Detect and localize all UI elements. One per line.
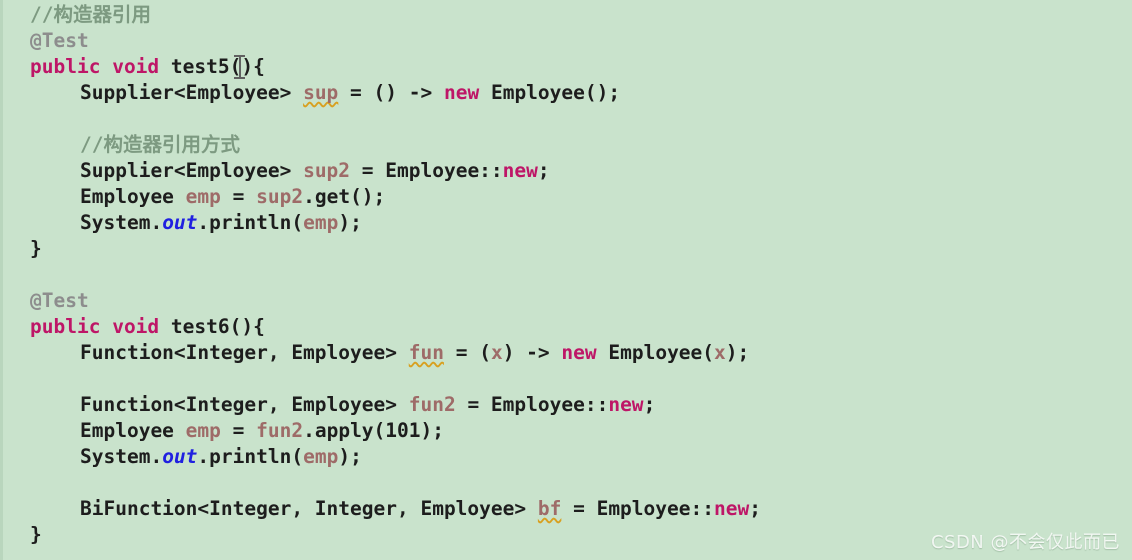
code-editor-screenshot: //构造器引用 @Test public void test5(){Supplier…	[0, 0, 1132, 560]
code-token-var: emp	[303, 445, 339, 468]
code-token-var: sup2	[303, 159, 351, 182]
code-token-var: x	[490, 341, 503, 364]
code-line[interactable]: //构造器引用方式	[0, 132, 240, 158]
code-token-plain: }	[30, 237, 42, 260]
code-token-plain: Employee(	[596, 341, 715, 364]
code-line[interactable]	[0, 106, 92, 132]
code-token-plain: );	[338, 445, 362, 468]
code-token-plain: = Employee::	[455, 393, 609, 416]
code-token-warn: sup	[303, 81, 339, 104]
code-token-type: Employee	[80, 185, 174, 208]
code-token-plain: .apply(	[303, 419, 386, 442]
code-token-kw: public	[30, 55, 101, 78]
code-line[interactable]: public void test6(){	[0, 314, 265, 340]
code-token-var: x	[714, 341, 726, 364]
code-token-plain: );	[420, 419, 445, 442]
code-token-var: fun2	[256, 419, 304, 442]
code-token-field: out	[162, 211, 198, 234]
code-token-plain: ;	[537, 159, 550, 182]
code-token-plain: System.	[80, 445, 163, 468]
code-token-type: BiFunction<Integer, Integer, Employee>	[80, 497, 527, 520]
code-line[interactable]: System.out.println(emp);	[0, 444, 362, 470]
code-token-num: 101	[385, 419, 421, 442]
code-token-cmt: //构造器引用	[30, 3, 151, 26]
csdn-watermark: CSDN @不会仅此而已	[930, 532, 1120, 553]
code-line[interactable]: }	[0, 236, 42, 262]
code-token-plain: =	[220, 419, 257, 442]
code-line[interactable]: Function<Integer, Employee> fun2 = Emplo…	[0, 392, 655, 418]
code-line[interactable]: @Test	[0, 28, 89, 54]
code-token-plain: System.	[80, 211, 163, 234]
code-line[interactable]: @Test	[0, 288, 89, 314]
code-token-kw: new	[443, 81, 480, 104]
code-token-plain: test5(){	[170, 55, 265, 78]
code-line[interactable]: Supplier<Employee> sup2 = Employee::new;	[0, 158, 550, 184]
code-line[interactable]	[0, 470, 92, 496]
code-token-kw: public	[30, 315, 101, 338]
code-line[interactable]: Employee emp = fun2.apply(101);	[0, 418, 444, 444]
code-token-plain: test6(){	[170, 315, 265, 338]
code-line[interactable]	[0, 262, 42, 288]
code-token-plain: ) ->	[502, 341, 562, 364]
code-line[interactable]: Employee emp = sup2.get();	[0, 184, 385, 210]
code-token-var: emp	[185, 185, 221, 208]
code-token-type: Function<Integer, Employee>	[80, 393, 397, 416]
code-token-kw: void	[112, 315, 160, 338]
code-token-plain: .println(	[197, 211, 304, 234]
code-text-area[interactable]: //构造器引用 @Test public void test5(){Supplier…	[0, 0, 1132, 560]
code-token-plain: ;	[749, 497, 761, 520]
code-token-anno: @Test	[30, 29, 89, 52]
code-token-kw: new	[608, 393, 644, 416]
code-token-plain: = () ->	[338, 81, 444, 104]
code-token-plain: Employee();	[479, 81, 621, 104]
code-token-plain: );	[338, 211, 362, 234]
code-token-field: out	[162, 445, 198, 468]
code-token-anno: @Test	[30, 289, 89, 312]
code-token-type: Supplier<Employee>	[80, 159, 292, 182]
code-line[interactable]: }	[0, 522, 42, 548]
code-token-kw: new	[561, 341, 597, 364]
code-token-plain: = (	[443, 341, 491, 364]
code-token-plain: ;	[643, 393, 656, 416]
code-line[interactable]: BiFunction<Integer, Integer, Employee> b…	[0, 496, 761, 522]
code-token-plain: = Employee::	[561, 497, 714, 520]
code-token-type: Employee	[80, 419, 174, 442]
code-token-var: fun2	[408, 393, 456, 416]
code-token-plain: =	[220, 185, 257, 208]
code-token-var: emp	[185, 419, 221, 442]
code-token-cmt: //构造器引用方式	[80, 133, 240, 156]
code-token-plain: .get();	[303, 185, 386, 208]
code-line[interactable]: Function<Integer, Employee> fun = (x) ->…	[0, 340, 749, 366]
code-token-warn: bf	[537, 497, 562, 520]
code-token-kw: new	[713, 497, 750, 520]
code-token-kw: void	[112, 55, 160, 78]
code-line[interactable]: Supplier<Employee> sup = () -> new Emplo…	[0, 80, 620, 106]
code-token-warn: fun	[408, 341, 444, 364]
code-token-kw: new	[502, 159, 538, 182]
code-token-plain: = Employee::	[350, 159, 503, 182]
code-token-var: emp	[303, 211, 339, 234]
code-token-type: Function<Integer, Employee>	[80, 341, 397, 364]
code-token-plain: }	[30, 523, 42, 546]
code-line[interactable]: System.out.println(emp);	[0, 210, 362, 236]
code-token-plain: );	[725, 341, 750, 364]
code-token-type: Supplier<Employee>	[80, 81, 292, 104]
code-line[interactable]	[0, 366, 92, 392]
code-token-var: sup2	[256, 185, 304, 208]
code-line[interactable]: public void test5(){	[0, 54, 265, 80]
code-token-plain: .println(	[197, 445, 304, 468]
code-line[interactable]: //构造器引用	[0, 2, 151, 28]
